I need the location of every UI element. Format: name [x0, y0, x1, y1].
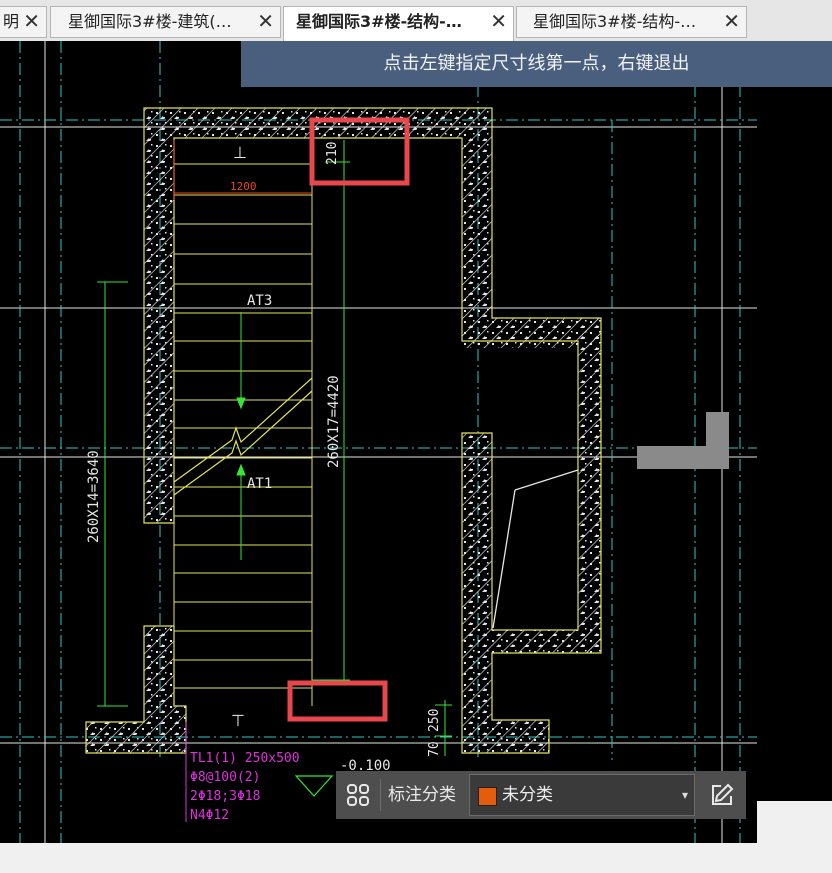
- cad-canvas[interactable]: ⊥ ⊤ 1200 AT3 AT1 210 260X17=4420 260X14=…: [0, 41, 757, 843]
- dim-center-text: 260X17=4420: [326, 375, 342, 468]
- stair-treads: [173, 140, 313, 706]
- command-prompt-banner: 点击左键指定尺寸线第一点，右键退出: [241, 41, 832, 87]
- elevation-symbol: [294, 775, 334, 797]
- column-block: [637, 412, 729, 469]
- annotation-category-select[interactable]: 未分类 ▾: [469, 774, 695, 816]
- toolbar-divider: [380, 779, 381, 811]
- tab-3[interactable]: 星御国际3#楼-结构-… ✕: [516, 6, 747, 38]
- annotation-category-label: 标注分类: [388, 785, 456, 805]
- svg-text:⊥: ⊥: [233, 143, 247, 162]
- edit-icon[interactable]: [708, 781, 736, 809]
- chevron-down-icon: ▾: [681, 788, 688, 802]
- drawing-svg: ⊥ ⊤ 1200 AT3 AT1 210 260X17=4420 260X14=…: [0, 41, 757, 843]
- beam-note-line-3: 2Φ18;3Φ18: [190, 789, 260, 804]
- dim-250-text: 250: [427, 709, 442, 732]
- beam-note-line-4: N4Φ12: [190, 808, 229, 823]
- grid-icon[interactable]: [344, 781, 372, 809]
- canvas-right-strip: [757, 41, 832, 801]
- category-color-swatch: [478, 787, 497, 806]
- dim-1200-text: 1200: [230, 180, 257, 193]
- tab-1[interactable]: 星御国际3#楼-建筑(… ✕: [50, 6, 281, 38]
- annotation-toolbar: 标注分类 未分类 ▾: [336, 771, 746, 819]
- svg-text:⊤: ⊤: [231, 711, 245, 730]
- close-icon[interactable]: ✕: [257, 6, 274, 36]
- stair-label-at3: AT3: [247, 293, 272, 309]
- beam-note-line-1: TL1(1) 250x500: [190, 751, 300, 766]
- tab-label: 明: [3, 12, 20, 31]
- tab-label: 星御国际3#楼-结构-…: [533, 12, 697, 31]
- close-icon[interactable]: ✕: [490, 6, 507, 36]
- door-swing: [492, 469, 579, 629]
- status-bar: [0, 843, 832, 873]
- dim-70-text: 70: [427, 741, 442, 757]
- close-icon[interactable]: ✕: [23, 6, 40, 36]
- tab-2-active[interactable]: 星御国际3#楼-结构-… ✕: [283, 6, 514, 41]
- tab-label: 星御国际3#楼-结构-…: [296, 12, 462, 31]
- dim-210-text: 210: [325, 142, 340, 165]
- beam-note-line-2: Φ8@100(2): [190, 770, 260, 785]
- dim-left-text: 260X14=3640: [86, 450, 102, 543]
- close-icon[interactable]: ✕: [723, 6, 740, 36]
- tab-bar: 明 ✕ 星御国际3#楼-建筑(… ✕ 星御国际3#楼-结构-… ✕ 星御国际3#…: [0, 0, 832, 42]
- category-select-value: 未分类: [502, 785, 553, 805]
- tab-label: 星御国际3#楼-建筑(…: [68, 12, 232, 31]
- tab-0[interactable]: 明 ✕: [0, 6, 47, 38]
- stair-break-line: [173, 377, 313, 496]
- stair-label-at1: AT1: [247, 476, 272, 492]
